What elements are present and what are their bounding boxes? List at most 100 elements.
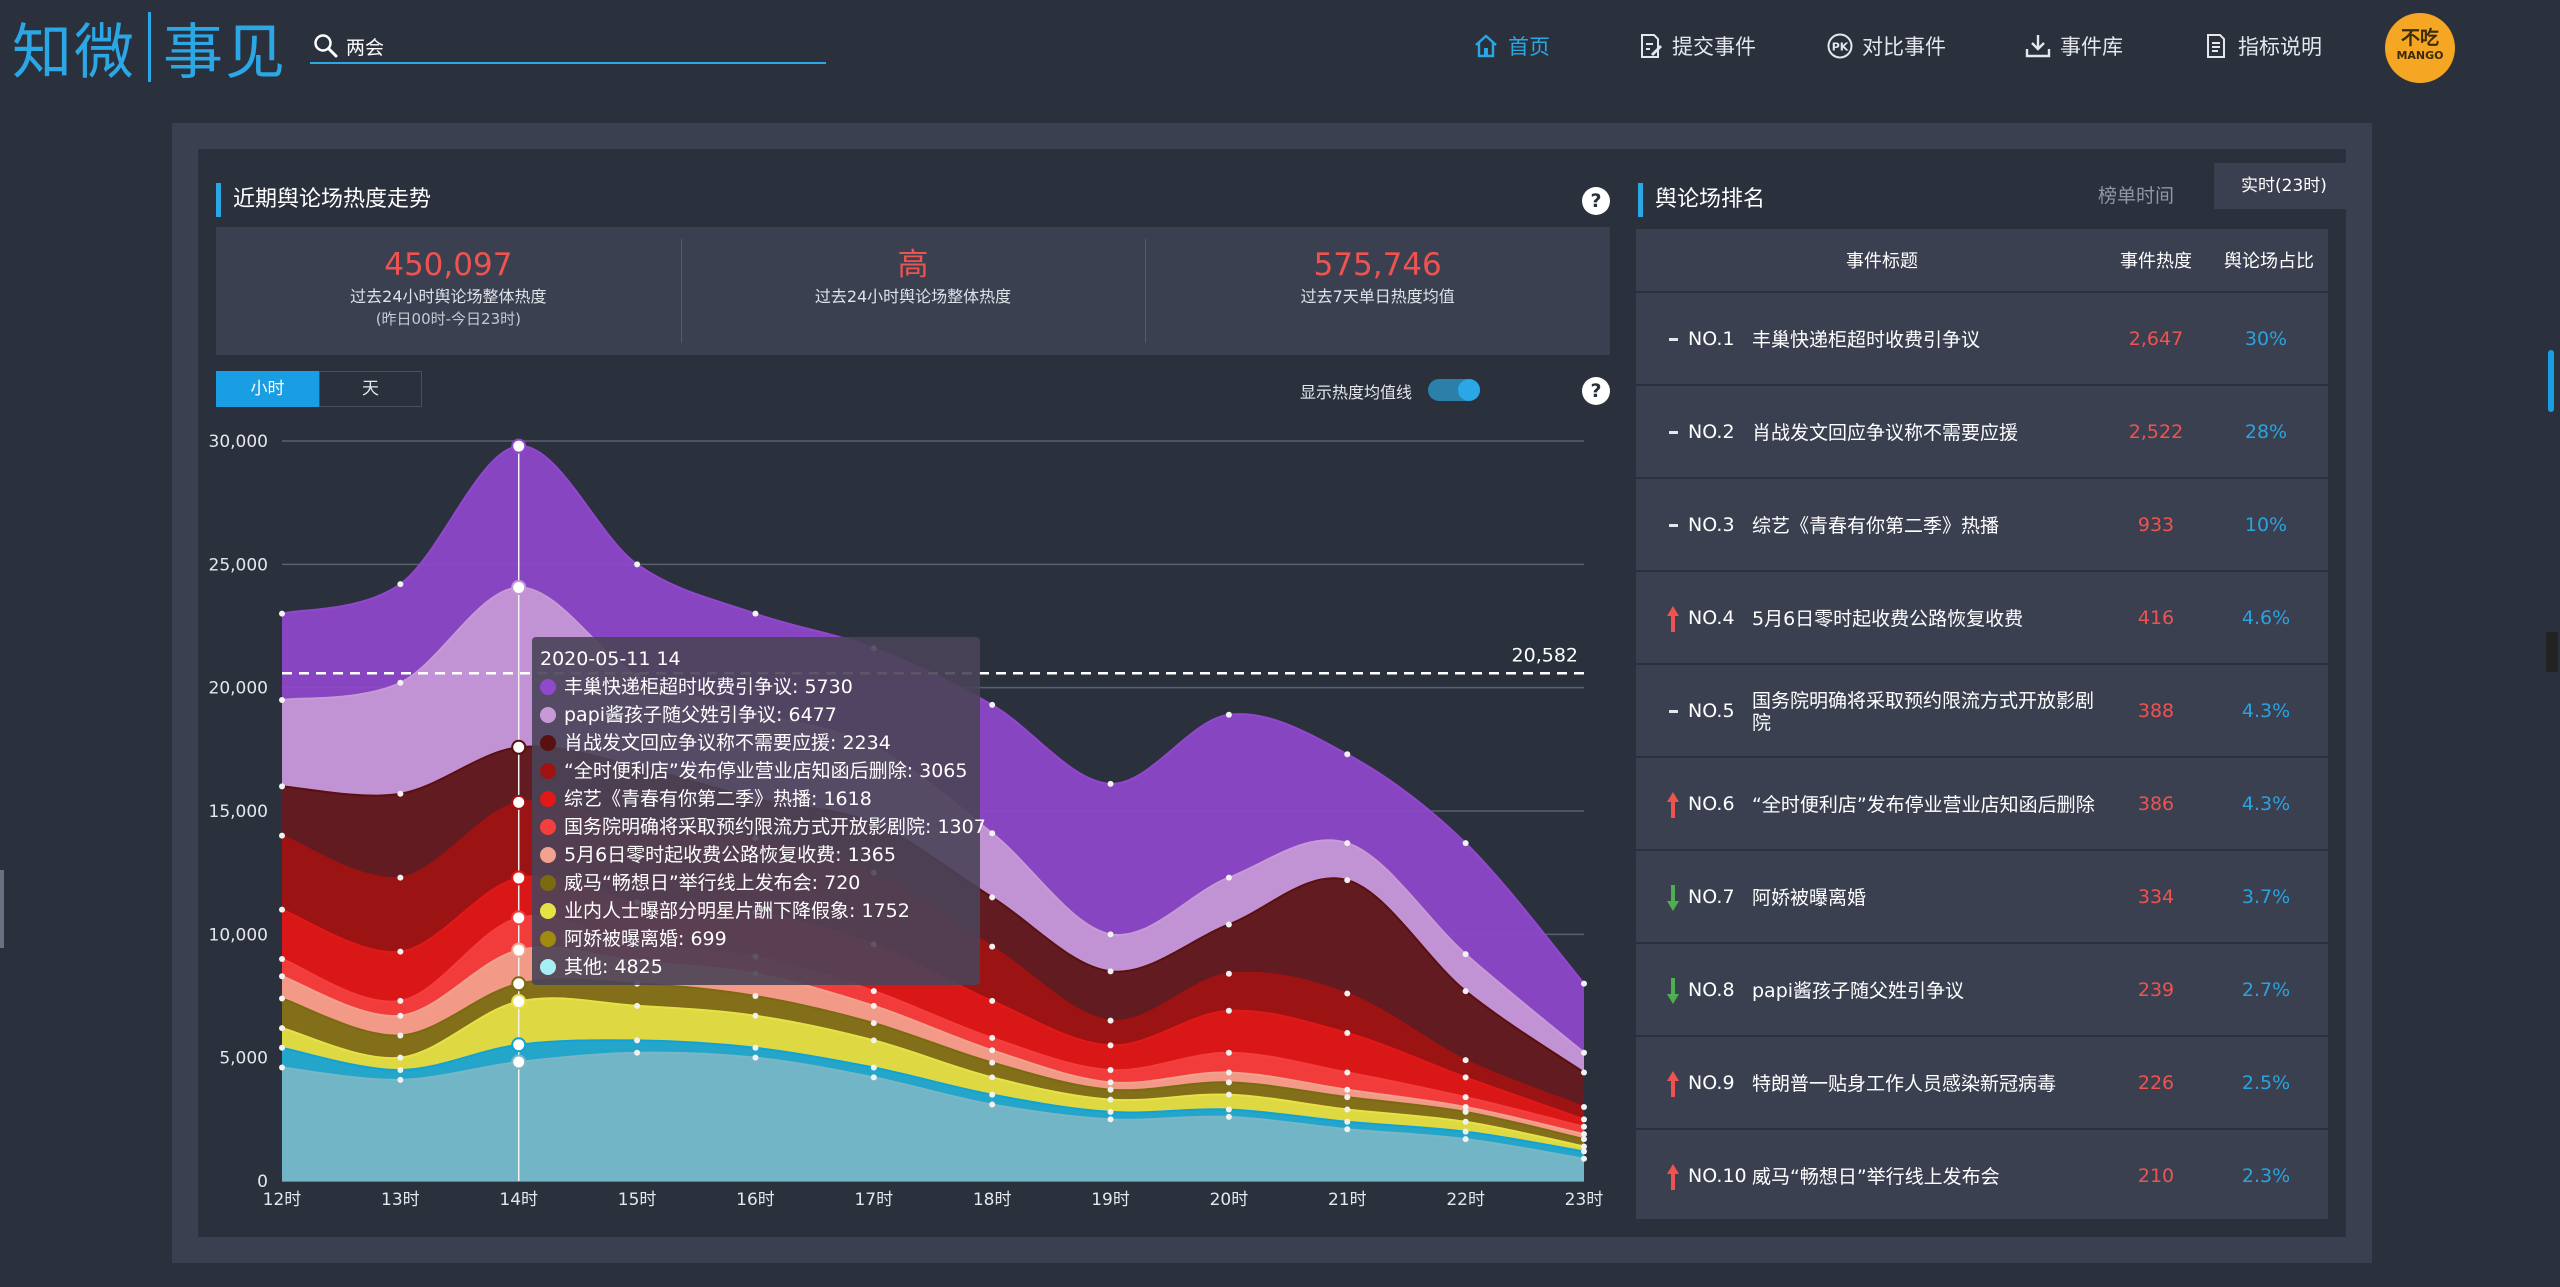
logo-text-left: 知微 xyxy=(12,17,136,88)
avatar-text: 不吃 xyxy=(2400,27,2439,49)
data-point xyxy=(1462,840,1469,847)
event-title[interactable]: 5月6日零时起收费公路恢复收费 xyxy=(1752,572,2112,665)
event-share: 4.3% xyxy=(2241,700,2291,722)
tab-day[interactable]: 天 xyxy=(319,371,422,407)
logo[interactable]: 知微 事见 xyxy=(12,10,287,88)
data-point xyxy=(1225,1049,1232,1056)
rank-number: NO.3 xyxy=(1688,514,1735,536)
data-point xyxy=(279,995,285,1002)
data-point xyxy=(989,1074,996,1081)
data-point xyxy=(279,610,285,617)
ranking-row[interactable]: NO.9 特朗普一贴身工作人员感染新冠病毒 226 2.5% xyxy=(1636,1035,2328,1128)
event-share: 4.3% xyxy=(2241,793,2291,815)
x-tick-label: 23时 xyxy=(1565,1190,1604,1210)
trend-up-icon xyxy=(1667,1071,1679,1097)
dashboard-content: 近期舆论场热度走势 ? 450,097 过去24小时舆论场整体热度 (昨日00时… xyxy=(198,149,2354,1237)
left-edge-handle[interactable] xyxy=(0,870,4,948)
ranking-row[interactable]: NO.8 papi酱孩子随父姓引争议 239 2.7% xyxy=(1636,942,2328,1035)
col-heat-header: 事件热度 xyxy=(2120,251,2192,272)
ranking-row[interactable]: NO.1 丰巢快递柜超时收费引争议 2,647 30% xyxy=(1636,291,2328,384)
tooltip-legend-dot xyxy=(540,679,556,695)
event-share: 2.3% xyxy=(2241,1165,2291,1187)
heat-trend-chart[interactable]: 0 5,000 10,000 15,000 20,000 25,000 30,000 20,5… xyxy=(198,417,1618,1223)
hover-point xyxy=(511,994,527,1010)
tooltip-item: 阿娇被曝离婚: 699 xyxy=(564,928,727,950)
data-point xyxy=(397,948,404,955)
event-title[interactable]: 肖战发文回应争议称不需要应援 xyxy=(1752,386,2112,479)
hover-point xyxy=(511,870,527,886)
hover-point xyxy=(511,579,527,595)
ranking-row[interactable]: NO.3 综艺《青春有你第二季》热播 933 10% xyxy=(1636,477,2328,570)
data-point xyxy=(1462,1094,1469,1101)
x-tick-label: 20时 xyxy=(1210,1190,1249,1210)
ranking-row[interactable]: NO.2 肖战发文回应争议称不需要应援 2,522 28% xyxy=(1636,384,2328,477)
event-title[interactable]: 特朗普一贴身工作人员感染新冠病毒 xyxy=(1752,1037,2112,1130)
ranking-row[interactable]: NO.7 阿娇被曝离婚 334 3.7% xyxy=(1636,849,2328,942)
data-point xyxy=(1581,1116,1587,1123)
nav-home[interactable]: 首页 xyxy=(1472,26,1550,66)
nav-library[interactable]: 事件库 xyxy=(2024,26,2123,66)
ranking-time-selector[interactable]: 实时(23时) xyxy=(2214,163,2354,209)
avg-line-toggle[interactable] xyxy=(1428,379,1480,401)
nav-guide[interactable]: 指标说明 xyxy=(2202,26,2322,66)
trend-down-icon xyxy=(1667,978,1679,1004)
event-title[interactable]: 威马“畅想日”举行线上发布会 xyxy=(1752,1130,2112,1223)
event-title[interactable]: “全时便利店”发布停业营业店知函后删除 xyxy=(1752,758,2112,851)
data-point xyxy=(1344,1126,1351,1133)
nav-submit[interactable]: 提交事件 xyxy=(1636,26,1756,66)
event-title[interactable]: 综艺《青春有你第二季》热播 xyxy=(1752,479,2112,572)
data-point xyxy=(1107,1067,1114,1073)
event-title[interactable]: 丰巢快递柜超时收费引争议 xyxy=(1752,293,2112,386)
data-point xyxy=(397,1054,404,1061)
trend-down-icon xyxy=(1667,885,1679,911)
data-point xyxy=(989,943,996,950)
nav-compare[interactable]: PK 对比事件 xyxy=(1826,26,1946,66)
user-avatar[interactable]: 不吃 MANGO xyxy=(2385,13,2455,83)
nav-home-label: 首页 xyxy=(1508,35,1550,59)
ranking-header: 事件标题 事件热度 舆论场占比 xyxy=(1636,229,2328,291)
chart-help-icon[interactable]: ? xyxy=(1582,377,1610,405)
trend-flat-icon xyxy=(1669,338,1678,341)
y-tick-label: 0 xyxy=(257,1172,268,1192)
ranking-time-label: 榜单时间 xyxy=(2098,185,2175,207)
data-point xyxy=(279,1025,285,1032)
ranking-row[interactable]: NO.4 5月6日零时起收费公路恢复收费 416 4.6% xyxy=(1636,570,2328,663)
main-panel: 近期舆论场热度走势 ? 450,097 过去24小时舆论场整体热度 (昨日00时… xyxy=(172,123,2372,1263)
edit-document-icon xyxy=(1641,34,1662,58)
event-title[interactable]: 阿娇被曝离婚 xyxy=(1752,851,2112,944)
search-input[interactable] xyxy=(346,32,816,60)
data-point xyxy=(1107,1086,1114,1093)
trend-help-icon[interactable]: ? xyxy=(1582,187,1610,215)
event-title[interactable]: 国务院明确将采取预约限流方式开放影剧院 xyxy=(1752,665,2112,758)
hover-point xyxy=(511,1037,527,1053)
stat-7d-avg: 575,746 过去7天单日热度均值 xyxy=(1145,227,1610,355)
tooltip-legend-dot xyxy=(540,763,556,779)
stats-summary: 450,097 过去24小时舆论场整体热度 (昨日00时-今日23时) 高 过去… xyxy=(216,227,1610,355)
data-point xyxy=(279,956,285,962)
search-icon[interactable] xyxy=(312,32,340,60)
data-point xyxy=(1344,840,1351,847)
ranking-row[interactable]: NO.6 “全时便利店”发布停业营业店知函后删除 386 4.3% xyxy=(1636,756,2328,849)
data-point xyxy=(1107,968,1114,975)
data-point xyxy=(279,1044,285,1051)
home-icon xyxy=(1475,34,1497,58)
side-handle[interactable] xyxy=(2546,632,2558,672)
tab-hour[interactable]: 小时 xyxy=(216,371,319,407)
event-title[interactable]: papi酱孩子随父姓引争议 xyxy=(1752,944,2112,1037)
rank-number: NO.7 xyxy=(1688,886,1735,908)
stat-value: 450,097 xyxy=(384,247,513,283)
data-point xyxy=(752,610,759,617)
data-point xyxy=(989,701,996,708)
data-point xyxy=(1107,1079,1114,1086)
x-tick-label: 18时 xyxy=(973,1190,1012,1210)
ranking-row[interactable]: NO.5 国务院明确将采取预约限流方式开放影剧院 388 4.3% xyxy=(1636,663,2328,756)
event-heat: 239 xyxy=(2137,979,2175,1001)
toggle-knob xyxy=(1458,379,1480,401)
data-point xyxy=(1344,1030,1351,1036)
event-share: 4.6% xyxy=(2241,607,2291,629)
ranking-row[interactable]: NO.10 威马“畅想日”举行线上发布会 210 2.3% xyxy=(1636,1128,2328,1221)
data-point xyxy=(279,832,285,839)
scrollbar-thumb[interactable] xyxy=(2548,350,2554,412)
data-point xyxy=(634,561,641,568)
trend-up-icon xyxy=(1667,1164,1679,1190)
